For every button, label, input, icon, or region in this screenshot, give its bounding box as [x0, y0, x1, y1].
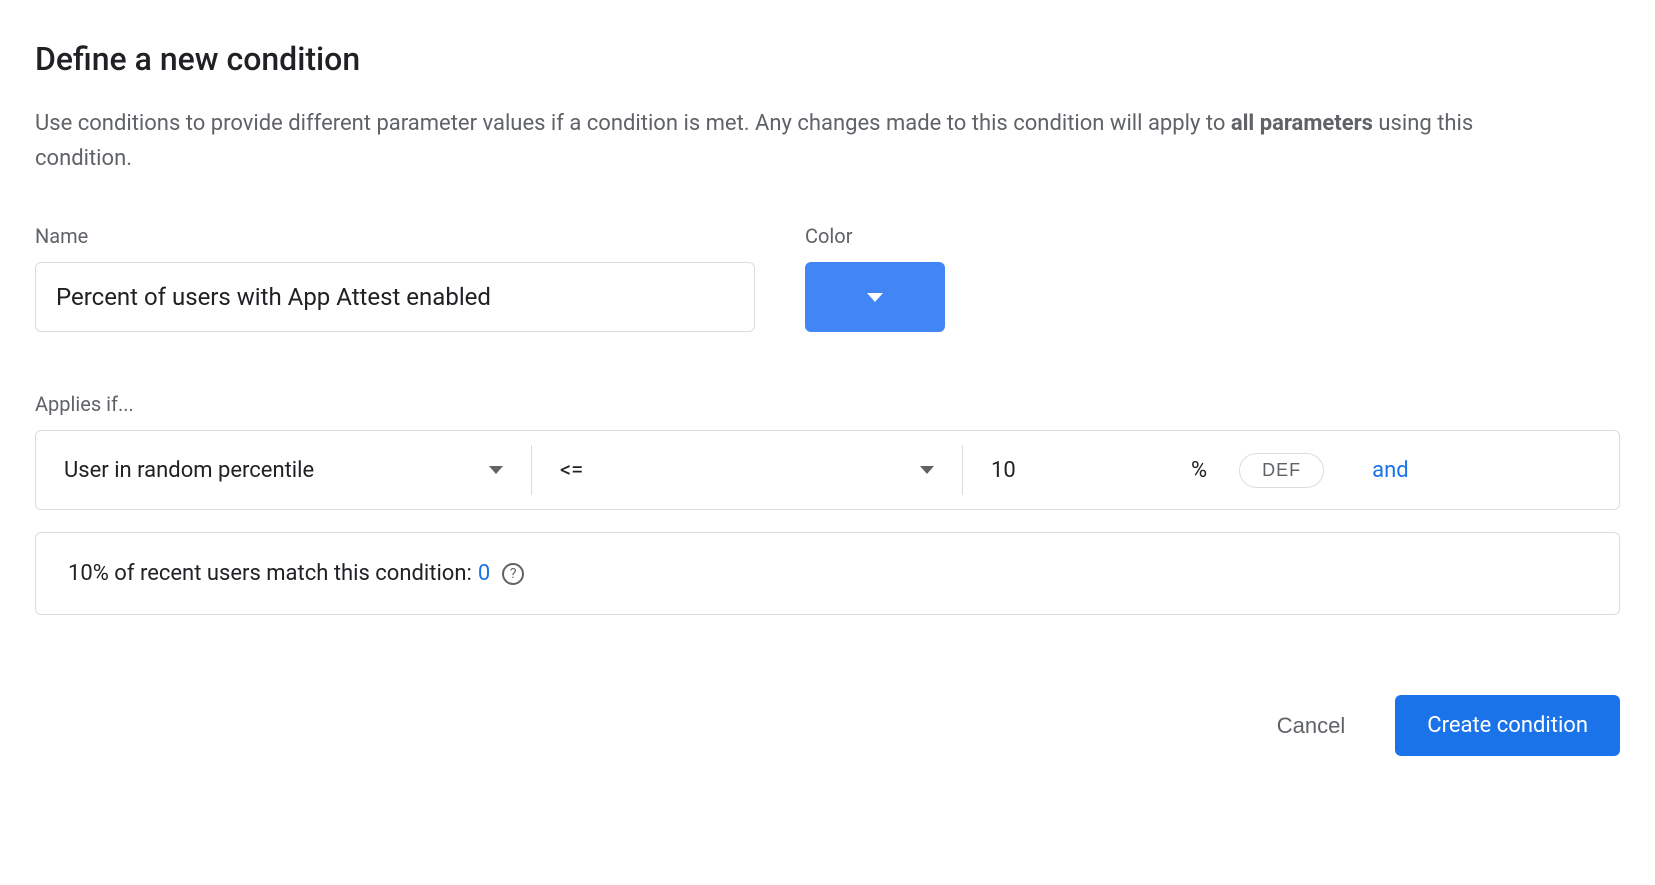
page-description: Use conditions to provide different para… — [35, 106, 1535, 176]
page-title: Define a new condition — [35, 40, 1620, 78]
condition-row: User in random percentile <= % DEF and — [35, 430, 1620, 510]
footer-actions: Cancel Create condition — [35, 695, 1620, 756]
help-icon[interactable]: ? — [502, 563, 524, 585]
and-condition-link[interactable]: and — [1372, 458, 1409, 483]
color-field-group: Color — [805, 224, 945, 332]
applies-if-label: Applies if... — [35, 392, 1620, 416]
color-picker-button[interactable] — [805, 262, 945, 332]
match-text: 10% of recent users match this condition… — [68, 561, 472, 586]
condition-operator-dropdown[interactable]: <= — [532, 431, 962, 509]
description-bold: all parameters — [1231, 111, 1373, 136]
chevron-down-icon — [867, 293, 883, 302]
create-condition-button[interactable]: Create condition — [1395, 695, 1620, 756]
percent-value-input[interactable] — [991, 458, 1191, 483]
percent-sign: % — [1191, 458, 1207, 483]
def-chip-button[interactable]: DEF — [1239, 453, 1324, 488]
color-label: Color — [805, 224, 945, 248]
percent-input-wrap: % DEF and — [963, 453, 1619, 488]
match-info-panel: 10% of recent users match this condition… — [35, 532, 1620, 615]
fields-row: Name Color — [35, 224, 1620, 332]
description-prefix: Use conditions to provide different para… — [35, 111, 1231, 136]
condition-type-text: User in random percentile — [64, 458, 314, 483]
condition-type-dropdown[interactable]: User in random percentile — [36, 431, 531, 509]
chevron-down-icon — [920, 466, 934, 474]
match-count: 0 — [478, 561, 490, 586]
name-label: Name — [35, 224, 755, 248]
name-input[interactable] — [35, 262, 755, 332]
name-field-group: Name — [35, 224, 755, 332]
cancel-button[interactable]: Cancel — [1267, 699, 1355, 753]
condition-operator-text: <= — [560, 458, 583, 483]
chevron-down-icon — [489, 466, 503, 474]
